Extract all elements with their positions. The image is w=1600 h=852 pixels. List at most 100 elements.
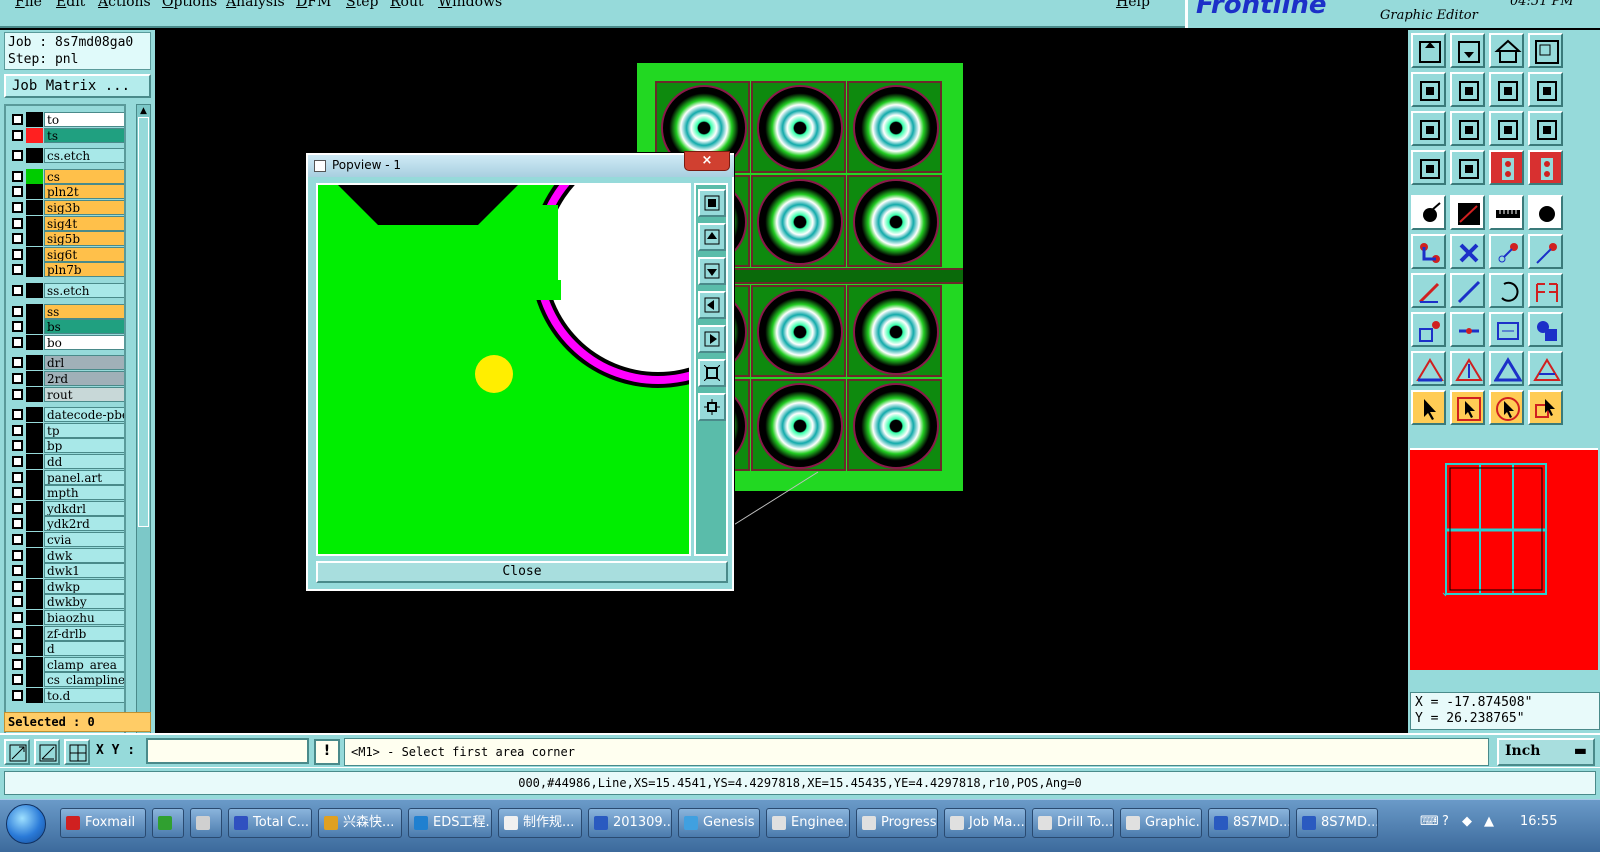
layer-name[interactable]: zf-drlb [44,625,124,641]
layer-row[interactable]: sig4t [8,215,124,231]
layer-color-swatch[interactable] [26,407,43,423]
scroll-up-icon[interactable]: ▲ [138,106,149,116]
popview-close-button[interactable]: Close [316,561,728,583]
layer-name[interactable]: pln2t [44,184,124,200]
layer-name[interactable]: biaozhu [44,610,124,625]
layer-name[interactable]: ts [44,127,124,143]
layer-checkbox[interactable] [12,518,23,530]
layer-checkbox[interactable] [12,285,23,296]
pad-button[interactable] [1411,195,1446,230]
layer-color-swatch[interactable] [26,319,43,335]
layer-row[interactable]: dwkby [8,594,124,610]
start-button[interactable] [6,804,46,844]
menu-dfm[interactable]: DFM [296,0,331,10]
select2-button[interactable] [1450,390,1485,425]
layer-name[interactable]: dwk [44,547,124,563]
layer-checkbox[interactable] [12,565,23,577]
layer-checkbox[interactable] [12,596,23,608]
pan-left-button[interactable] [1411,72,1446,107]
layer-color-swatch[interactable] [26,656,43,672]
grid-button[interactable] [64,739,90,765]
layer-name[interactable]: drl [44,355,124,371]
layer-name[interactable]: ydk2rd [44,516,124,532]
pan-down-button[interactable] [698,257,726,285]
layer-checkbox[interactable] [12,264,23,276]
layer-row[interactable]: sig5b [8,231,124,247]
close-icon[interactable]: × [684,151,730,171]
dot-button[interactable] [1528,195,1563,230]
layer-name[interactable]: dd [44,454,124,469]
layer-name[interactable]: to.d [44,688,124,703]
layer-color-swatch[interactable] [26,283,43,298]
taskbar-item[interactable]: Enginee... [766,808,850,838]
xy-input[interactable] [146,738,309,764]
layer-row[interactable]: pln7b [8,262,124,278]
layer-row[interactable]: clamp_area [8,656,124,672]
layer-name[interactable]: cs [44,168,124,184]
layer-row[interactable]: bp [8,438,124,454]
arc-button[interactable] [1489,273,1524,308]
line2-button[interactable] [1450,273,1485,308]
layer-name[interactable]: bs [44,319,124,335]
layer-checkbox[interactable] [12,388,23,400]
layer-row[interactable]: cs.etch [8,148,124,164]
layer-color-swatch[interactable] [26,246,43,262]
layer-checkbox[interactable] [12,186,23,198]
layer-color-swatch[interactable] [26,563,43,579]
layer-row[interactable]: panel.art [8,469,124,485]
layer-checkbox[interactable] [12,549,23,561]
layer-color-swatch[interactable] [26,610,43,625]
taskbar-item[interactable] [190,808,222,838]
layer-row[interactable]: datecode-pbe [8,407,124,423]
taskbar-item[interactable]: 制作规... [498,808,582,838]
layer-color-swatch[interactable] [26,127,43,143]
layer-row[interactable]: ydk2rd [8,516,124,532]
scroll-thumb[interactable] [138,117,149,527]
layer-checkbox[interactable] [12,321,23,333]
layer-checkbox[interactable] [12,357,23,369]
split-button[interactable] [1450,312,1485,347]
zoom-home-button[interactable] [1411,33,1446,68]
layer-checkbox[interactable] [12,305,23,317]
layer-row[interactable]: d [8,641,124,657]
layer-color-swatch[interactable] [26,688,43,703]
layer-checkbox[interactable] [12,471,23,483]
layer-name[interactable]: cs_clampline [44,672,124,688]
layer-name[interactable]: sig4t [44,215,124,231]
taskbar-item[interactable]: Genesis [678,808,760,838]
layer-row[interactable]: ts [8,127,124,143]
layer-name[interactable]: sig5b [44,231,124,247]
layer-color-swatch[interactable] [26,485,43,501]
taskbar-item[interactable]: Graphic... [1120,808,1202,838]
scale-1-2-button[interactable] [1489,111,1524,146]
layer-checkbox[interactable] [12,217,23,229]
layer-color-swatch[interactable] [26,231,43,247]
keyboard-icon[interactable]: ⌨ [1420,814,1439,829]
shapes-button[interactable] [1528,312,1563,347]
layer-checkbox[interactable] [12,336,23,348]
select3-button[interactable] [1489,390,1524,425]
layer-row[interactable]: ydkdrl [8,500,124,516]
layer-name[interactable]: mpth [44,485,124,501]
line-button[interactable] [1411,273,1446,308]
layer-name[interactable]: bo [44,334,124,350]
zoom-back-button[interactable] [1450,33,1485,68]
menu-file[interactable]: File [15,0,42,10]
layer-row[interactable]: ss.etch [8,283,124,298]
taskbar-item[interactable] [152,808,184,838]
layer-color-swatch[interactable] [26,500,43,516]
layer-color-swatch[interactable] [26,371,43,386]
taskbar-item[interactable]: Drill To... [1032,808,1114,838]
layer-row[interactable]: sig6t [8,246,124,262]
home-button[interactable] [1489,33,1524,68]
layer-name[interactable]: ss [44,303,124,319]
layer-color-swatch[interactable] [26,355,43,371]
pan-left-button[interactable] [698,291,726,319]
layer-name[interactable]: to [44,112,124,127]
layer-checkbox[interactable] [12,456,23,467]
layer-color-swatch[interactable] [26,547,43,563]
net-button[interactable] [1411,234,1446,269]
layer-name[interactable]: pln7b [44,262,124,278]
layer-color-swatch[interactable] [26,438,43,454]
layer-name[interactable]: clamp_area [44,656,124,672]
